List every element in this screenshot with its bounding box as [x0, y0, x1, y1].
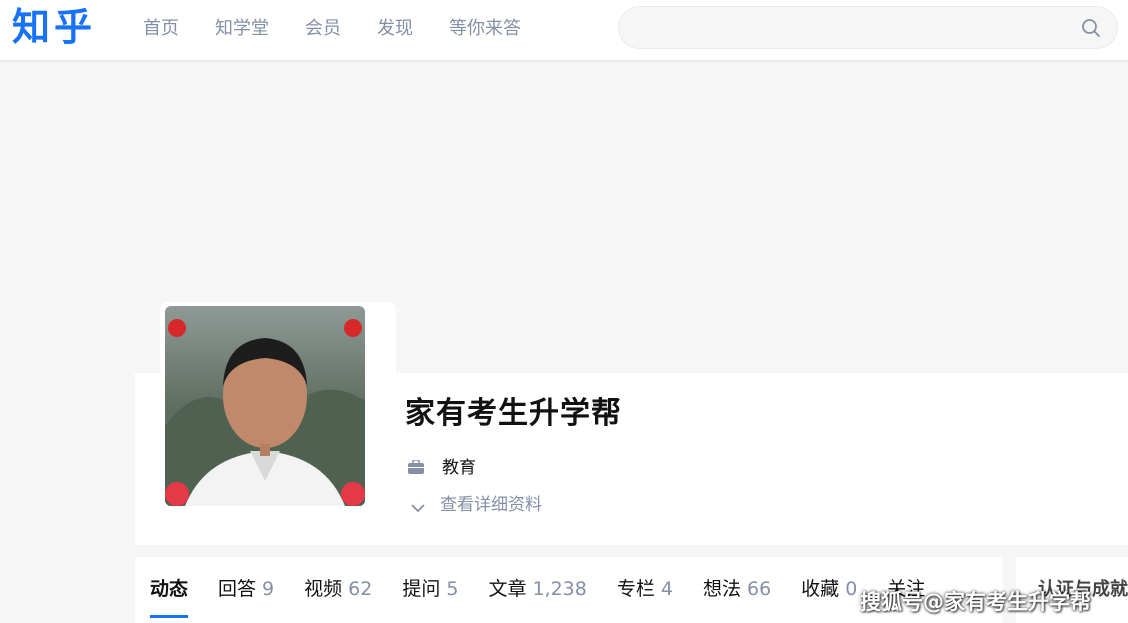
avatar[interactable]: [165, 306, 365, 506]
tab-answers[interactable]: 回答 9: [218, 575, 274, 603]
tab-activity[interactable]: 动态: [150, 575, 189, 618]
tab-questions[interactable]: 提问 5: [402, 575, 458, 603]
tab-videos[interactable]: 视频 62: [304, 575, 372, 603]
watermark: 搜狐号@家有考生升学帮: [860, 590, 1091, 614]
search-box: [618, 6, 1118, 49]
nav-membership[interactable]: 会员: [305, 16, 341, 42]
chevron-down-icon: [411, 498, 425, 512]
zhihu-logo[interactable]: 知乎: [12, 4, 96, 50]
industry-label: 教育: [442, 458, 476, 478]
profile-tabs: 动态 回答 9 视频 62 提问 5 文章 1,238 专栏 4 想法 66 收藏 0 关注: [150, 575, 955, 618]
tab-columns[interactable]: 专栏 4: [617, 575, 673, 603]
industry-row: 教育: [408, 453, 476, 478]
view-details-label: 查看详细资料: [440, 495, 542, 515]
search-input[interactable]: [637, 7, 1067, 48]
profile-card: 家有考生升学帮 教育 查看详细资料: [135, 73, 1128, 545]
nav-home[interactable]: 首页: [143, 16, 179, 42]
profile-name: 家有考生升学帮: [405, 396, 622, 431]
nav-discover[interactable]: 发现: [377, 16, 413, 42]
nav-waiting-answers[interactable]: 等你来答: [449, 16, 521, 42]
tab-collections[interactable]: 收藏 0: [801, 575, 857, 603]
tab-thoughts[interactable]: 想法 66: [703, 575, 771, 603]
briefcase-icon: [408, 458, 424, 474]
tab-articles[interactable]: 文章 1,238: [488, 575, 586, 603]
main-nav: 首页 知学堂 会员 发现 等你来答: [143, 16, 557, 42]
nav-zhixuetang[interactable]: 知学堂: [215, 16, 269, 42]
search-icon[interactable]: [1081, 18, 1101, 38]
top-header: 知乎 首页 知学堂 会员 发现 等你来答: [0, 0, 1128, 60]
view-details-button[interactable]: 查看详细资料: [411, 490, 542, 515]
avatar-frame: [160, 302, 396, 510]
